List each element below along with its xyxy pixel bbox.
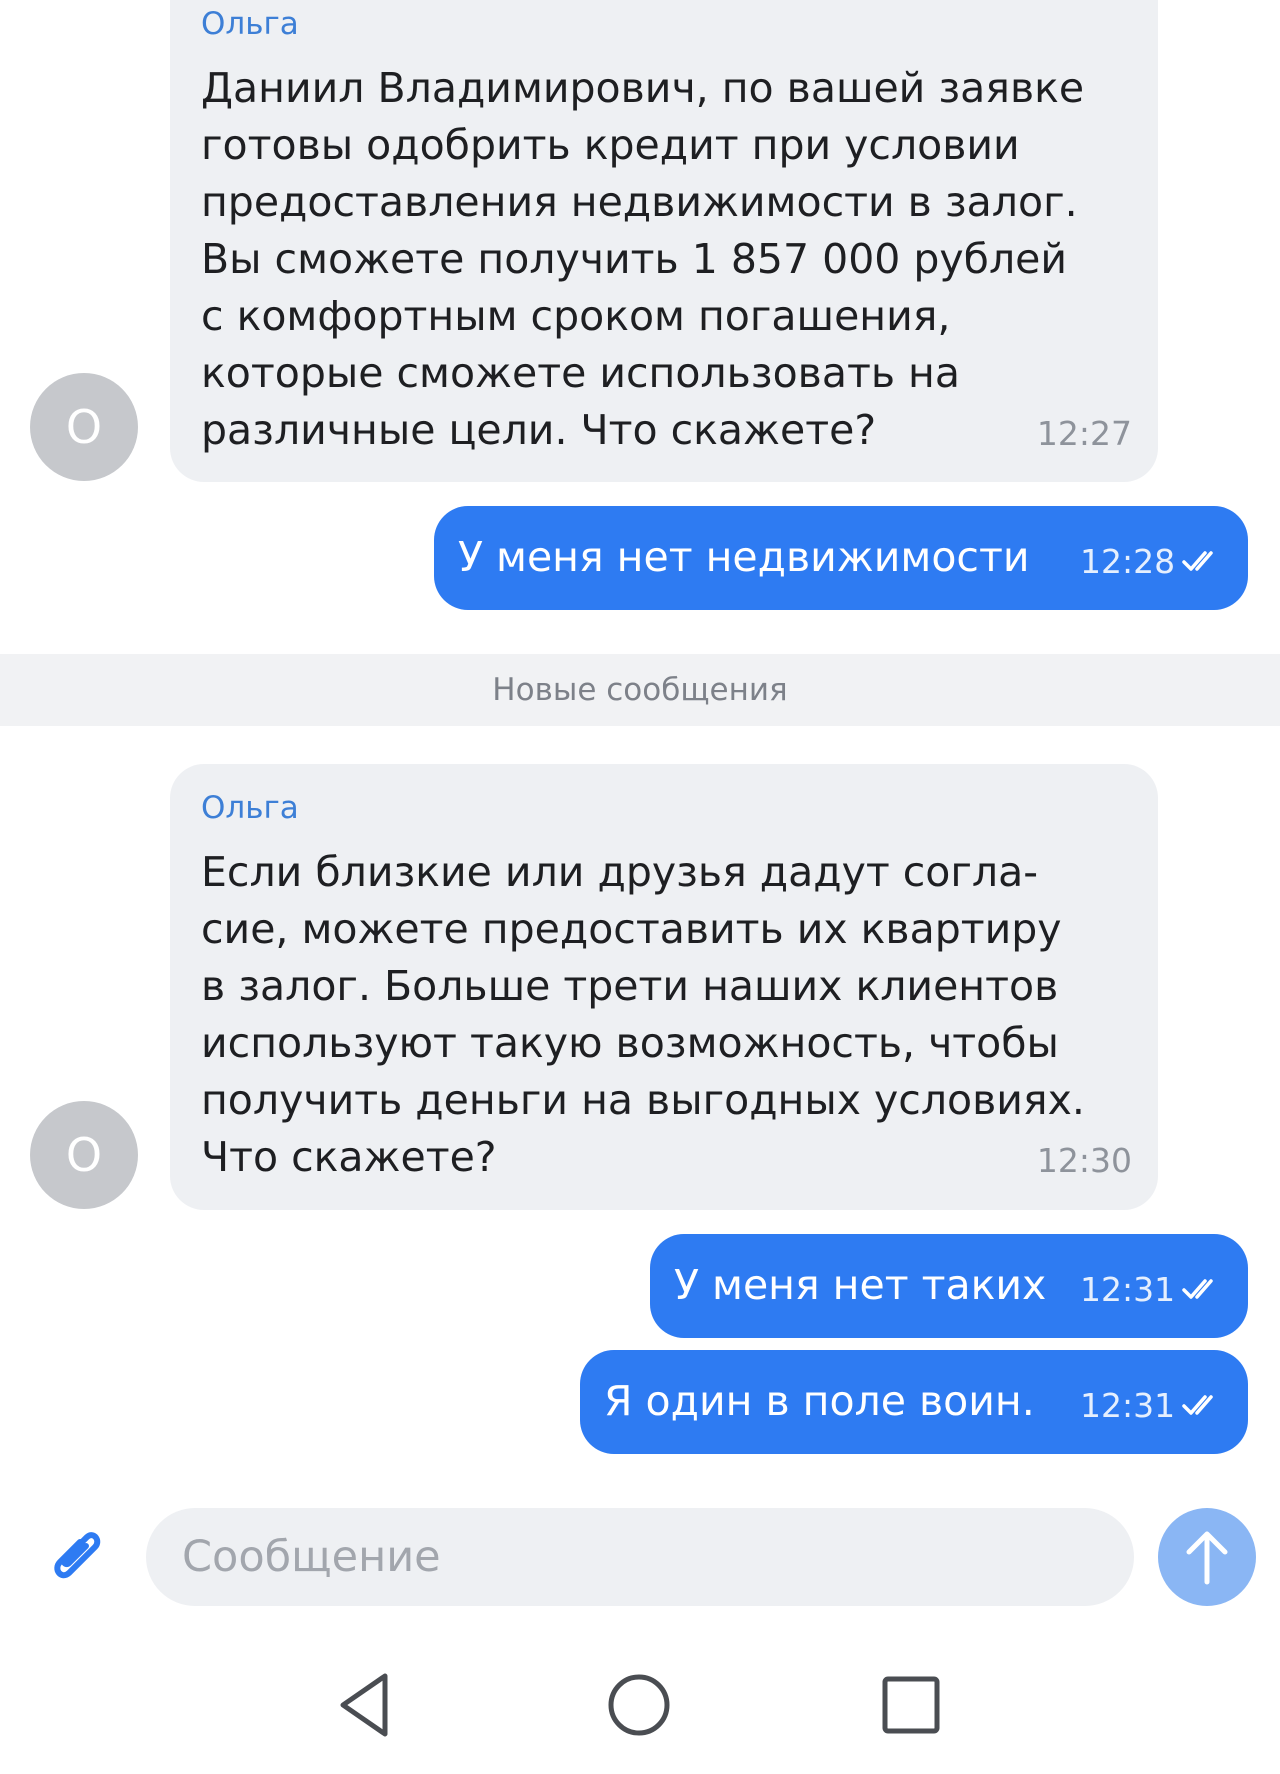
message-text-line: с комфортным сроком погашения, [201,292,951,340]
square-recents-icon [882,1676,940,1734]
message-time: 12:31 [1080,1270,1176,1309]
avatar-initial: О [65,1128,103,1182]
message-time: 12:27 [1036,414,1132,453]
message-text-line: Вы сможете получить 1 857 000 рублей [201,235,1068,283]
message-text-line: предоставления недвижимости в залог. [201,178,1078,226]
message-text-line: получить деньги на выгодных условиях. [201,1076,1085,1124]
message-text: Я один в поле воин. [604,1377,1035,1425]
new-messages-divider: Новые сообщения [0,654,1280,726]
outgoing-message[interactable]: У меня нет таких 12:31 [650,1234,1248,1338]
message-text-line: которые сможете использовать на [201,349,960,397]
sender-name[interactable]: Ольга [201,6,299,42]
double-check-icon [1182,1395,1213,1415]
message-text-line: сие, можете предоставить их квартиру [201,905,1062,953]
send-button[interactable] [1158,1508,1256,1606]
message-text-line: различные цели. Что скажете? [201,406,877,454]
message-text-line: Даниил Владимирович, по вашей заявке [201,64,1085,112]
system-nav-bar [0,1640,1280,1774]
message-text: У меня нет таких [674,1261,1047,1309]
incoming-message[interactable]: Ольга Если близкие или друзья дадут согл… [170,764,1158,1210]
double-check-icon [1182,551,1213,571]
message-text: У меня нет недвижимости [458,533,1030,581]
nav-recents-button[interactable] [880,1674,942,1736]
nav-home-button[interactable] [606,1672,672,1738]
avatar-initial: О [65,400,103,454]
avatar[interactable]: О [30,373,138,481]
arrow-up-icon [1186,1531,1228,1585]
message-time: 12:31 [1080,1386,1176,1425]
message-input-container[interactable] [146,1508,1134,1606]
message-text-line: Если близкие или друзья дадут согла- [201,848,1039,896]
avatar[interactable]: О [30,1101,138,1209]
paperclip-icon [54,1532,101,1579]
message-time: 12:30 [1036,1141,1132,1180]
double-check-icon [1182,1279,1213,1299]
nav-back-button[interactable] [335,1670,397,1740]
message-text-line: готовы одобрить кредит при условии [201,121,1020,169]
triangle-back-icon [340,1673,388,1737]
attach-button[interactable] [40,1520,114,1594]
incoming-message[interactable]: Ольга Даниил Владимирович, по вашей заяв… [170,0,1158,482]
divider-label: Новые сообщения [492,672,788,708]
message-text-line: используют такую возможность, чтобы [201,1019,1059,1067]
message-text-line: Что скажете? [201,1133,497,1181]
outgoing-message[interactable]: У меня нет недвижимости 12:28 [434,506,1248,610]
outgoing-message[interactable]: Я один в поле воин. 12:31 [580,1350,1248,1454]
message-text-line: в залог. Больше трети наших клиентов [201,962,1059,1010]
sender-name[interactable]: Ольга [201,790,299,826]
message-time: 12:28 [1080,542,1176,581]
message-input[interactable] [182,1508,1082,1606]
circle-home-icon [608,1674,670,1736]
